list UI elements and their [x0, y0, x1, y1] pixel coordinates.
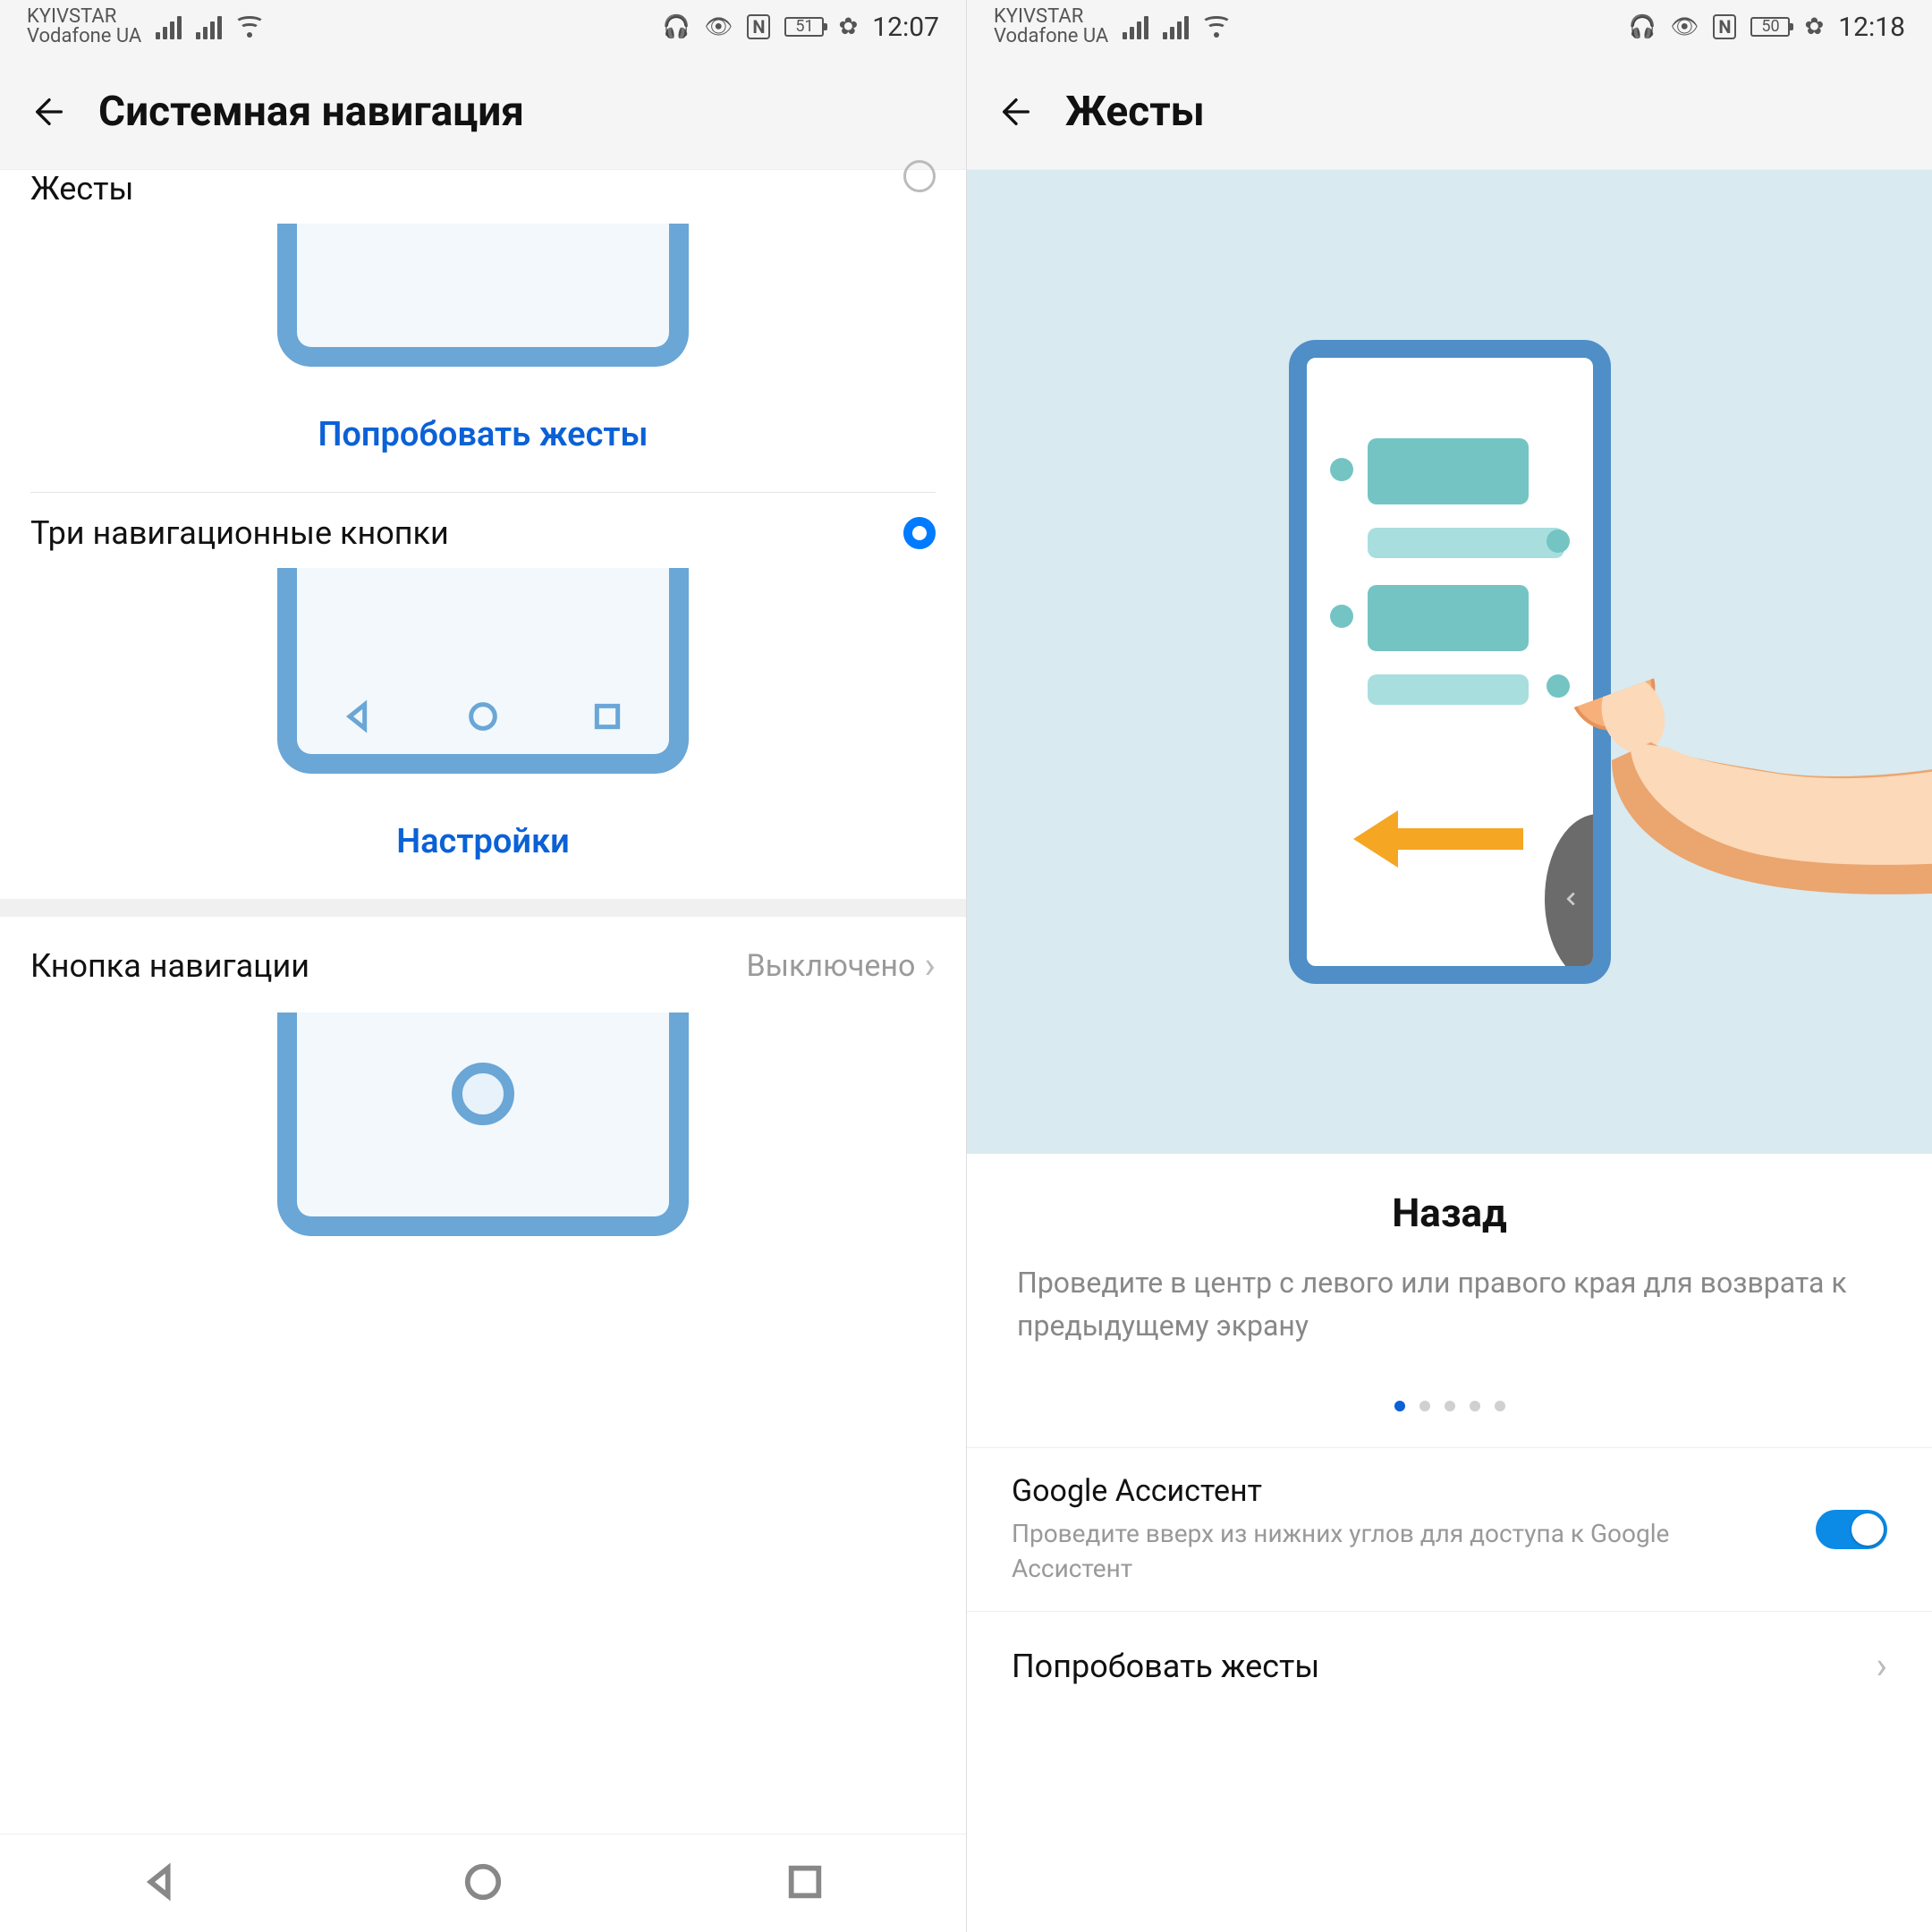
tutorial-pager[interactable] [967, 1365, 1932, 1447]
nfc-icon: N [1713, 14, 1736, 39]
carrier-1: KYIVSTAR [27, 7, 141, 27]
eye-comfort-icon: 👁 [1671, 14, 1699, 40]
page-title: Жесты [1065, 88, 1205, 136]
status-bar: KYIVSTAR Vodafone UA 🎧 👁 N 51 ✿ 12:07 [0, 0, 966, 54]
nav-home-icon[interactable] [462, 1861, 504, 1906]
title-bar: Системная навигация [0, 54, 966, 170]
carrier-2: Vodafone UA [27, 27, 141, 47]
try-gestures-row[interactable]: Попробовать жесты › [967, 1611, 1932, 1720]
radio-selected-icon[interactable] [903, 517, 936, 549]
pager-dot[interactable] [1445, 1401, 1455, 1411]
pager-dot[interactable] [1495, 1401, 1505, 1411]
power-save-icon: ✿ [1804, 13, 1824, 40]
nav-back-icon[interactable] [140, 1861, 182, 1906]
battery-icon: 50 [1750, 17, 1790, 37]
title-bar: Жесты [967, 54, 1932, 170]
screen-gestures-tutorial: KYIVSTAR Vodafone UA 🎧 👁 N 50 ✿ 12:18 Же… [966, 0, 1932, 1932]
try-gestures-label: Попробовать жесты [1012, 1648, 1319, 1685]
headphones-icon: 🎧 [1628, 14, 1656, 40]
nav-button-illustration [0, 1005, 966, 1245]
power-save-icon: ✿ [838, 13, 858, 40]
battery-icon: 51 [784, 17, 824, 37]
wifi-icon [236, 16, 263, 38]
three-keys-settings-button[interactable]: Настройки [0, 783, 966, 899]
option-nav-button[interactable]: Кнопка навигации Выключено › [0, 917, 966, 1005]
tutorial-step-title: Назад [1012, 1190, 1887, 1236]
signal-1-icon [156, 14, 182, 39]
carrier-2: Vodafone UA [994, 27, 1108, 47]
tutorial-step-description: Проведите в центр с левого или правого к… [1012, 1261, 1887, 1347]
swipe-arrow-icon [1353, 803, 1523, 878]
gestures-illustration [0, 216, 966, 376]
chevron-right-icon: › [924, 944, 936, 987]
wifi-icon [1203, 16, 1230, 38]
status-bar: KYIVSTAR Vodafone UA 🎧 👁 N 50 ✿ 12:18 [967, 0, 1932, 54]
clock: 12:07 [872, 12, 939, 43]
three-keys-illustration [0, 561, 966, 783]
nav-recents-icon[interactable] [784, 1861, 826, 1906]
system-navbar [0, 1834, 966, 1932]
option-gestures[interactable]: Жесты [0, 170, 966, 216]
option-three-keys[interactable]: Три навигационные кнопки [0, 493, 966, 561]
clock: 12:18 [1838, 12, 1905, 43]
page-title: Системная навигация [98, 88, 524, 136]
nfc-icon: N [747, 14, 770, 39]
option-nav-button-value: Выключено [746, 948, 915, 984]
back-button[interactable] [27, 89, 72, 134]
assistant-title: Google Ассистент [1012, 1473, 1789, 1509]
option-three-keys-label: Три навигационные кнопки [30, 514, 449, 552]
radio-unselected-icon[interactable] [903, 160, 936, 192]
signal-1-icon [1123, 14, 1148, 39]
google-assistant-setting[interactable]: Google Ассистент Проведите вверх из нижн… [967, 1447, 1932, 1611]
assistant-toggle[interactable] [1816, 1510, 1887, 1549]
signal-2-icon [196, 14, 222, 39]
signal-2-icon [1163, 14, 1189, 39]
assistant-description: Проведите вверх из нижних углов для дост… [1012, 1516, 1789, 1586]
chevron-right-icon: › [1876, 1644, 1887, 1688]
gesture-tutorial-illustration [967, 170, 1932, 1154]
screen-system-navigation: KYIVSTAR Vodafone UA 🎧 👁 N 51 ✿ 12:07 Си… [0, 0, 966, 1932]
option-gestures-label: Жесты [30, 170, 133, 208]
back-button[interactable] [994, 89, 1038, 134]
pager-dot[interactable] [1394, 1401, 1405, 1411]
try-gestures-button[interactable]: Попробовать жесты [0, 376, 966, 492]
pager-dot[interactable] [1470, 1401, 1480, 1411]
option-nav-button-label: Кнопка навигации [30, 947, 309, 985]
headphones-icon: 🎧 [662, 14, 690, 40]
pager-dot[interactable] [1419, 1401, 1430, 1411]
eye-comfort-icon: 👁 [705, 14, 733, 40]
carrier-1: KYIVSTAR [994, 7, 1108, 27]
